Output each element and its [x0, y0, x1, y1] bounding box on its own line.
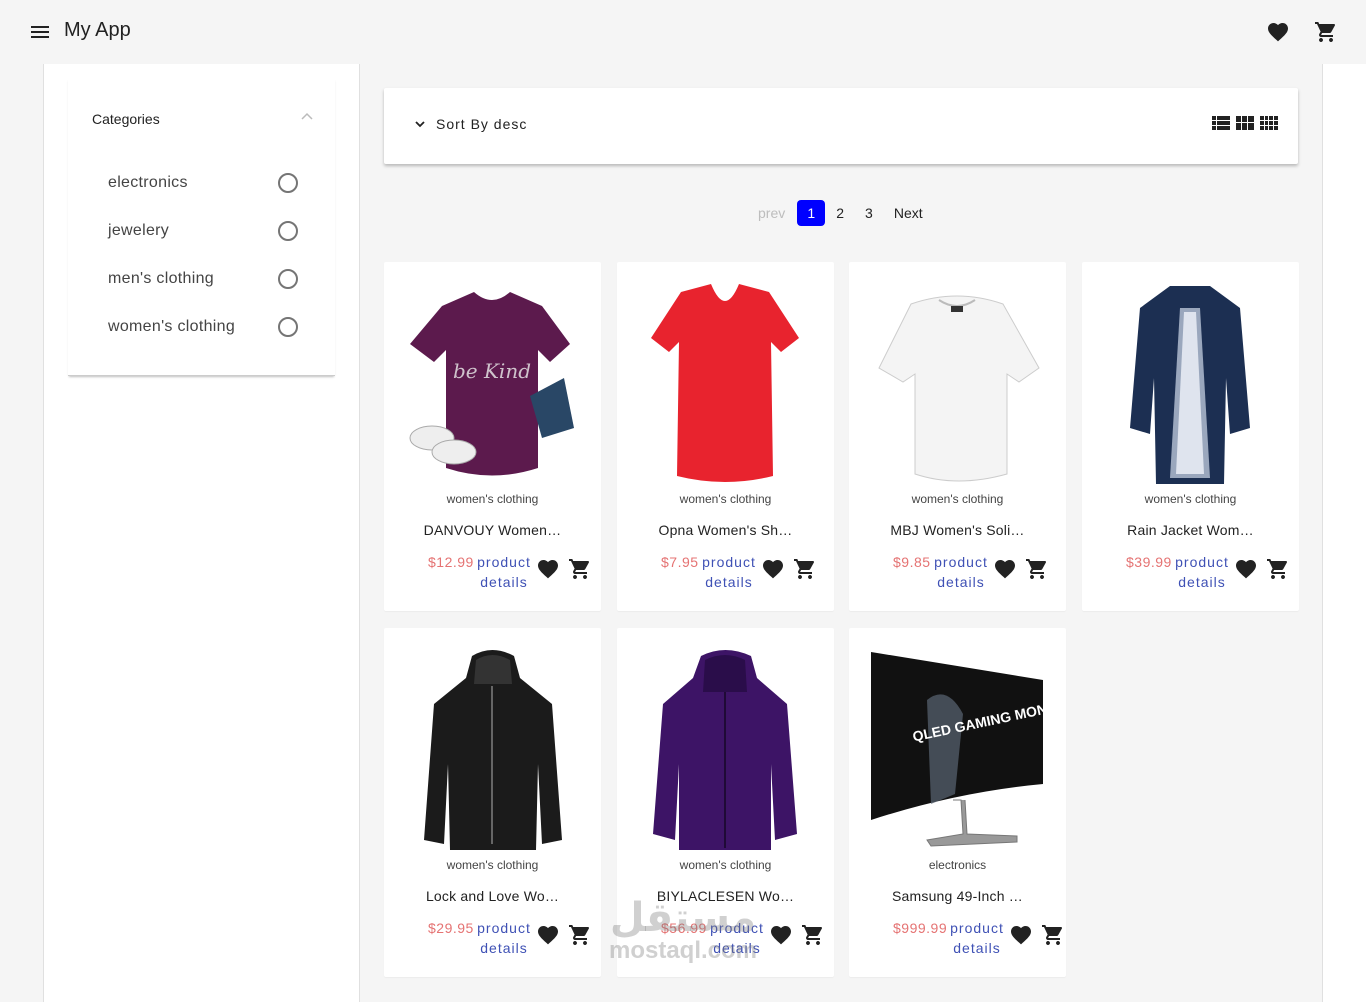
heart-icon[interactable]: [769, 923, 793, 947]
product-name[interactable]: Lock and Love Wo…: [384, 888, 601, 904]
product-image[interactable]: [635, 278, 816, 488]
cart-icon[interactable]: [801, 923, 825, 947]
heart-icon[interactable]: [1009, 923, 1033, 947]
product-image[interactable]: [867, 278, 1048, 488]
cart-icon[interactable]: [568, 557, 592, 581]
heart-icon[interactable]: [1266, 20, 1290, 44]
sidebar: Categories electronics jewelery men's cl…: [43, 64, 360, 1002]
heart-icon[interactable]: [993, 557, 1017, 581]
cart-icon[interactable]: [1314, 20, 1338, 44]
product-details-link[interactable]: product details: [921, 552, 1001, 592]
category-option-electronics[interactable]: electronics: [108, 169, 298, 197]
menu-icon[interactable]: [28, 20, 52, 44]
product-card: women's clothing MBJ Women's Soli… $9.85…: [849, 262, 1066, 611]
category-option-jewelery[interactable]: jewelery: [108, 217, 298, 245]
sort-button[interactable]: Sort By desc: [414, 116, 527, 132]
product-details-link[interactable]: product details: [1162, 552, 1242, 592]
page-3-button[interactable]: 3: [865, 205, 873, 221]
product-card: women's clothing Opna Women's Sh… $7.95 …: [617, 262, 834, 611]
watermark-arabic: مستقل: [609, 896, 757, 940]
categories-panel: Categories electronics jewelery men's cl…: [68, 78, 335, 376]
categories-title: Categories: [92, 111, 160, 127]
product-details-link[interactable]: product details: [464, 918, 544, 958]
watermark-text: mostaql.com: [608, 937, 758, 964]
category-label: women's clothing: [108, 318, 236, 335]
product-image[interactable]: [635, 644, 816, 854]
image-text: be Kind: [453, 359, 531, 383]
category-label: men's clothing: [108, 270, 214, 287]
page-1-button[interactable]: 1: [797, 200, 826, 226]
watermark: مستقل mostaql.com: [598, 898, 768, 964]
list-view-icon[interactable]: [1212, 115, 1230, 131]
chevron-down-icon: [415, 121, 425, 128]
cart-icon[interactable]: [1025, 557, 1049, 581]
product-name[interactable]: Samsung 49-Inch …: [849, 888, 1066, 904]
compact-grid-view-icon[interactable]: [1260, 115, 1278, 131]
product-image[interactable]: [402, 644, 583, 854]
product-name[interactable]: MBJ Women's Soli…: [849, 522, 1066, 538]
product-category: women's clothing: [446, 492, 539, 506]
product-card: women's clothing Lock and Love Wo… $29.9…: [384, 628, 601, 977]
cart-icon[interactable]: [568, 923, 592, 947]
product-image[interactable]: QLED GAMING MONITOR: [867, 644, 1048, 854]
product-card: women's clothing Rain Jacket Wom… $39.99…: [1082, 262, 1299, 611]
product-name[interactable]: Opna Women's Sh…: [617, 522, 834, 538]
next-page-button[interactable]: Next: [894, 205, 923, 221]
product-category: electronics: [928, 858, 987, 872]
product-card: be Kind women's clothing DANVOUY Women… …: [384, 262, 601, 611]
sort-toolbar: Sort By desc: [384, 88, 1298, 164]
product-details-link[interactable]: product details: [689, 552, 769, 592]
heart-icon[interactable]: [1234, 557, 1258, 581]
product-category: women's clothing: [1144, 492, 1237, 506]
prev-page-button[interactable]: prev: [758, 205, 785, 221]
product-card: QLED GAMING MONITOR electronics Samsung …: [849, 628, 1066, 977]
heart-icon[interactable]: [761, 557, 785, 581]
product-image[interactable]: be Kind: [402, 278, 583, 488]
cart-icon[interactable]: [793, 557, 817, 581]
category-label: electronics: [108, 174, 188, 191]
pagination: prev 1 2 3 Next: [752, 200, 923, 226]
app-title: My App: [64, 19, 131, 41]
category-option-mens-clothing[interactable]: men's clothing: [108, 265, 298, 293]
product-category: women's clothing: [679, 858, 772, 872]
product-category: women's clothing: [679, 492, 772, 506]
product-image[interactable]: [1100, 278, 1281, 488]
heart-icon[interactable]: [536, 923, 560, 947]
product-category: women's clothing: [911, 492, 1004, 506]
cart-icon[interactable]: [1041, 923, 1065, 947]
product-name[interactable]: Rain Jacket Wom…: [1082, 522, 1299, 538]
page-2-button[interactable]: 2: [836, 205, 844, 221]
view-switcher: [1212, 115, 1278, 131]
radio-button[interactable]: [278, 317, 298, 337]
category-option-womens-clothing[interactable]: women's clothing: [108, 313, 298, 341]
grid-view-icon[interactable]: [1236, 115, 1254, 131]
app-bar: My App: [0, 0, 1366, 64]
category-label: jewelery: [108, 222, 170, 239]
product-category: women's clothing: [446, 858, 539, 872]
right-panel: [1322, 64, 1366, 1002]
cart-icon[interactable]: [1266, 557, 1290, 581]
radio-button[interactable]: [278, 173, 298, 193]
radio-button[interactable]: [278, 221, 298, 241]
chevron-up-icon[interactable]: [299, 109, 315, 125]
radio-button[interactable]: [278, 269, 298, 289]
sort-label: Sort By desc: [436, 116, 528, 132]
product-details-link[interactable]: product details: [464, 552, 544, 592]
heart-icon[interactable]: [536, 557, 560, 581]
product-name[interactable]: DANVOUY Women…: [384, 522, 601, 538]
product-details-link[interactable]: product details: [937, 918, 1017, 958]
